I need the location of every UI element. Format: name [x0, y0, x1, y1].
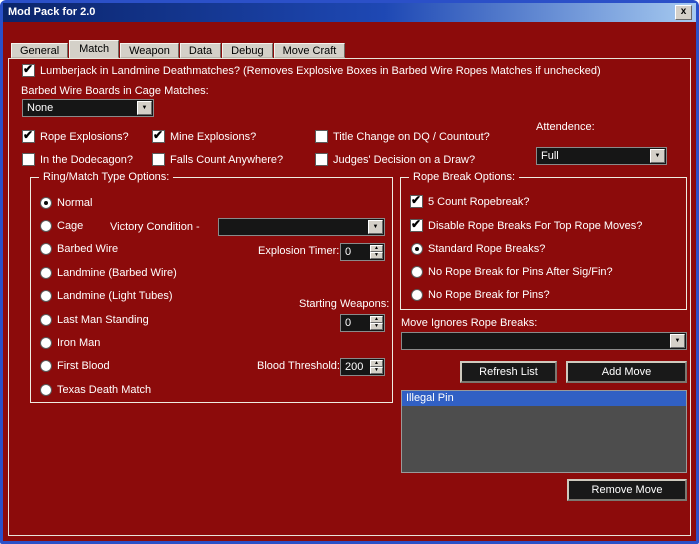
lumberjack-label: Lumberjack in Landmine Deathmatches? (Re… — [40, 65, 601, 77]
tab-general[interactable]: General — [11, 43, 69, 58]
radio-texas-death-match[interactable] — [40, 384, 52, 396]
explosion-timer-label: Explosion Timer: — [258, 245, 340, 257]
starting-weapons-value: 0 — [345, 317, 352, 329]
spinner-up-icon[interactable]: ▲ — [370, 245, 383, 252]
chevron-down-icon[interactable]: ▼ — [368, 220, 383, 234]
radio-no-rope-break-pins[interactable] — [411, 289, 423, 301]
move-listbox[interactable]: Illegal Pin — [401, 390, 687, 473]
explosion-timer-input[interactable]: 0 ▲ ▼ — [340, 243, 385, 261]
mine-explosions-label: Mine Explosions? — [170, 131, 257, 143]
dodecagon-checkbox[interactable]: ✔ — [22, 153, 35, 166]
rope-break-group-title: Rope Break Options: — [409, 171, 520, 183]
check-icon: ✔ — [23, 62, 34, 76]
radio-barbed-wire-label: Barbed Wire — [57, 243, 119, 255]
radio-landmine-barbed[interactable] — [40, 267, 52, 279]
remove-move-button[interactable]: Remove Move — [567, 479, 687, 501]
check-icon: ✔ — [153, 128, 164, 142]
title-change-checkbox[interactable]: ✔ — [315, 130, 328, 143]
attendence-label: Attendence: — [536, 121, 595, 133]
chevron-down-icon[interactable]: ▼ — [670, 334, 685, 348]
radio-landmine-barbed-label: Landmine (Barbed Wire) — [57, 267, 177, 279]
radio-standard-rope-breaks[interactable] — [411, 243, 423, 255]
cage-boards-dropdown[interactable]: None ▼ — [22, 99, 154, 117]
check-icon: ✔ — [411, 217, 422, 231]
radio-texas-death-match-label: Texas Death Match — [57, 384, 152, 396]
falls-count-checkbox[interactable]: ✔ — [152, 153, 165, 166]
lumberjack-checkbox[interactable]: ✔ — [22, 62, 35, 77]
victory-condition-dropdown[interactable]: ▼ — [218, 218, 385, 236]
radio-cage-label: Cage — [57, 220, 84, 232]
chevron-down-icon[interactable]: ▼ — [650, 149, 665, 163]
close-icon: x — [680, 6, 687, 17]
radio-no-rope-break-sig-fin[interactable] — [411, 266, 423, 278]
starting-weapons-label: Starting Weapons: — [299, 298, 390, 310]
five-count-ropebreak-label: 5 Count Ropebreak? — [428, 196, 530, 208]
check-icon: ✔ — [23, 128, 34, 142]
tab-data[interactable]: Data — [179, 43, 222, 58]
check-icon: ✔ — [411, 193, 422, 207]
spinner-down-icon[interactable]: ▼ — [370, 323, 383, 330]
tab-debug[interactable]: Debug — [222, 43, 273, 58]
radio-first-blood[interactable] — [40, 360, 52, 372]
victory-condition-label: Victory Condition - — [110, 221, 200, 233]
cage-boards-value: None — [27, 102, 54, 114]
close-button[interactable]: x — [675, 5, 692, 20]
tab-move-craft[interactable]: Move Craft — [273, 43, 346, 58]
tab-weapon[interactable]: Weapon — [120, 43, 179, 58]
radio-iron-man-label: Iron Man — [57, 337, 101, 349]
radio-no-rope-break-pins-label: No Rope Break for Pins? — [428, 289, 550, 301]
radio-standard-rope-breaks-label: Standard Rope Breaks? — [428, 243, 546, 255]
add-move-button[interactable]: Add Move — [566, 361, 687, 383]
attendence-dropdown[interactable]: Full ▼ — [536, 147, 667, 165]
spinner-up-icon[interactable]: ▲ — [370, 360, 383, 367]
title-change-label: Title Change on DQ / Countout? — [333, 131, 490, 143]
mine-explosions-checkbox[interactable]: ✔ — [152, 128, 165, 143]
spinner-down-icon[interactable]: ▼ — [370, 367, 383, 374]
rope-explosions-label: Rope Explosions? — [40, 131, 129, 143]
cage-boards-label: Barbed Wire Boards in Cage Matches: — [21, 85, 209, 97]
titlebar[interactable]: Mod Pack for 2.0 x — [3, 3, 696, 22]
tab-strip: General Match Weapon Data Debug Move Cra… — [11, 40, 346, 58]
radio-normal-label: Normal — [57, 197, 93, 209]
move-ignores-label: Move Ignores Rope Breaks: — [401, 317, 538, 329]
window-title: Mod Pack for 2.0 — [8, 6, 96, 18]
blood-threshold-value: 200 — [345, 361, 364, 373]
radio-cage[interactable] — [40, 220, 52, 232]
blood-threshold-input[interactable]: 200 ▲ ▼ — [340, 358, 385, 376]
radio-last-man-standing-label: Last Man Standing — [57, 314, 149, 326]
explosion-timer-value: 0 — [345, 246, 352, 258]
chevron-down-icon[interactable]: ▼ — [137, 101, 152, 115]
move-ignores-dropdown[interactable]: ▼ — [401, 332, 687, 350]
rope-explosions-checkbox[interactable]: ✔ — [22, 128, 35, 143]
radio-landmine-tubes-label: Landmine (Light Tubes) — [57, 290, 173, 302]
radio-landmine-tubes[interactable] — [40, 290, 52, 302]
falls-count-label: Falls Count Anywhere? — [170, 154, 284, 166]
tab-match[interactable]: Match — [69, 40, 120, 58]
radio-no-rope-break-sig-fin-label: No Rope Break for Pins After Sig/Fin? — [428, 266, 613, 278]
radio-iron-man[interactable] — [40, 337, 52, 349]
refresh-list-button[interactable]: Refresh List — [460, 361, 557, 383]
window: Mod Pack for 2.0 x General Match Weapon … — [0, 0, 699, 544]
dodecagon-label: In the Dodecagon? — [40, 154, 133, 166]
disable-rope-breaks-checkbox[interactable]: ✔ — [410, 217, 423, 232]
judges-decision-checkbox[interactable]: ✔ — [315, 153, 328, 166]
attendence-value: Full — [541, 150, 559, 162]
judges-decision-label: Judges' Decision on a Draw? — [333, 154, 476, 166]
radio-first-blood-label: First Blood — [57, 360, 110, 372]
blood-threshold-label: Blood Threshold: — [257, 360, 340, 372]
radio-normal[interactable] — [40, 197, 52, 209]
radio-last-man-standing[interactable] — [40, 314, 52, 326]
list-item[interactable]: Illegal Pin — [402, 391, 686, 406]
spinner-down-icon[interactable]: ▼ — [370, 252, 383, 259]
disable-rope-breaks-label: Disable Rope Breaks For Top Rope Moves? — [428, 220, 643, 232]
five-count-ropebreak-checkbox[interactable]: ✔ — [410, 193, 423, 208]
spinner-up-icon[interactable]: ▲ — [370, 316, 383, 323]
radio-barbed-wire[interactable] — [40, 243, 52, 255]
ring-match-group-title: Ring/Match Type Options: — [39, 171, 174, 183]
starting-weapons-input[interactable]: 0 ▲ ▼ — [340, 314, 385, 332]
